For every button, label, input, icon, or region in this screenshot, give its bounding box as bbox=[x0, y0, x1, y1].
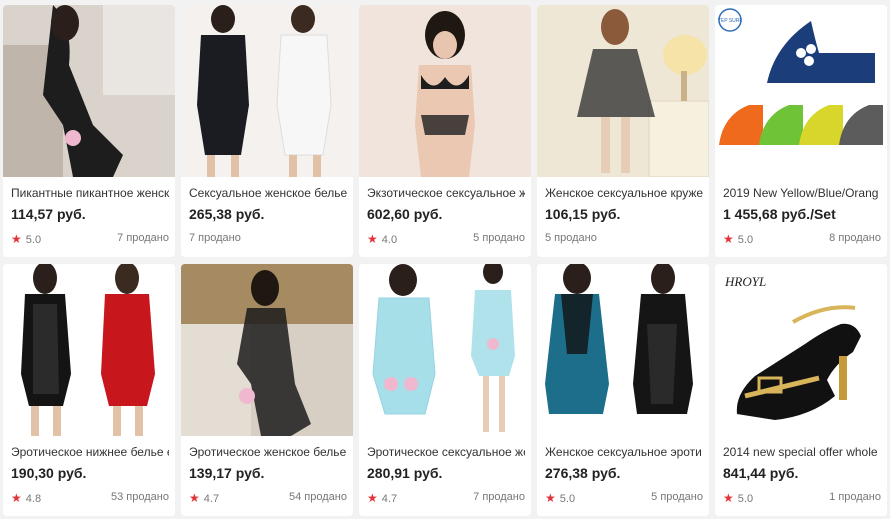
product-image[interactable] bbox=[537, 5, 709, 177]
sold-count-inline: 5 продано bbox=[545, 232, 597, 244]
product-title[interactable]: Эротическое сексуальное же bbox=[367, 445, 525, 459]
rating-value: 5.0 bbox=[737, 234, 754, 246]
product-meta: ★ 4.8 53 продано bbox=[11, 491, 169, 505]
rating-value: 5.0 bbox=[737, 493, 754, 505]
product-price: 139,17 руб. bbox=[189, 465, 265, 481]
product-price: 602,60 руб. bbox=[367, 206, 443, 222]
product-image[interactable] bbox=[3, 264, 175, 436]
rating-value: 4.0 bbox=[381, 234, 398, 246]
product-price: 280,91 руб. bbox=[367, 465, 443, 481]
product-image[interactable] bbox=[537, 264, 709, 436]
product-grid: Пикантные пикантное женск 114,57 руб. ★ 5… bbox=[0, 0, 890, 519]
product-image[interactable]: HROYL bbox=[715, 264, 887, 436]
product-image[interactable] bbox=[181, 264, 353, 436]
sold-count: 54 продано bbox=[289, 491, 347, 503]
product-price: 276,38 руб. bbox=[545, 465, 621, 481]
product-meta: ★ 4.7 54 продано bbox=[189, 491, 347, 505]
product-price: 106,15 руб. bbox=[545, 206, 621, 222]
sold-count-inline: 7 продано bbox=[189, 232, 241, 244]
product-card[interactable]: Женское сексуальное кружев 106,15 руб. 5… bbox=[537, 5, 709, 257]
star-icon: ★ bbox=[367, 232, 378, 246]
product-card[interactable]: Пикантные пикантное женск 114,57 руб. ★ 5… bbox=[3, 5, 175, 257]
product-image[interactable] bbox=[3, 5, 175, 177]
brand-badge-text: YEP SURF bbox=[718, 18, 743, 24]
rating-value: 4.7 bbox=[381, 493, 398, 505]
product-title[interactable]: 2014 new special offer whole bbox=[723, 445, 881, 459]
product-meta: ★ 5.0 7 продано bbox=[11, 232, 169, 246]
product-image[interactable] bbox=[181, 5, 353, 177]
product-meta: ★ 5.0 5 продано bbox=[545, 491, 703, 505]
star-icon: ★ bbox=[189, 491, 200, 505]
product-title[interactable]: Сексуальное женское белье, bbox=[189, 186, 347, 200]
product-price: 190,30 руб. bbox=[11, 465, 87, 481]
sold-count: 5 продано bbox=[473, 232, 525, 244]
rating-value: 5.0 bbox=[559, 493, 576, 505]
product-price: 265,38 руб. bbox=[189, 206, 265, 222]
rating-value: 4.8 bbox=[25, 493, 42, 505]
rating-value: 4.7 bbox=[203, 493, 220, 505]
product-price: 841,44 руб. bbox=[723, 465, 799, 481]
product-price: 1 455,68 руб./Set bbox=[723, 206, 836, 222]
rating-value: 5.0 bbox=[25, 234, 42, 246]
sold-count: 8 продано bbox=[829, 232, 881, 244]
product-meta: 5 продано bbox=[545, 232, 703, 244]
sold-count: 7 продано bbox=[473, 491, 525, 503]
product-meta: ★ 5.0 1 продано bbox=[723, 491, 881, 505]
star-icon: ★ bbox=[367, 491, 378, 505]
product-card[interactable]: Женское сексуальное эроти 276,38 руб. ★ 5… bbox=[537, 264, 709, 516]
sold-count: 1 продано bbox=[829, 491, 881, 503]
product-title[interactable]: Экзотическое сексуальное ж bbox=[367, 186, 525, 200]
product-meta: ★ 4.0 5 продано bbox=[367, 232, 525, 246]
product-title[interactable]: Эротическое нижнее белье е bbox=[11, 445, 169, 459]
product-title[interactable]: Женское сексуальное эроти bbox=[545, 445, 703, 459]
product-price: 114,57 руб. bbox=[11, 206, 86, 222]
product-title[interactable]: 2019 New Yellow/Blue/Orang bbox=[723, 186, 881, 200]
star-icon: ★ bbox=[723, 491, 734, 505]
product-image[interactable] bbox=[359, 5, 531, 177]
product-card[interactable]: Эротическое сексуальное же 280,91 руб. ★… bbox=[359, 264, 531, 516]
product-meta: 7 продано bbox=[189, 232, 347, 244]
product-card[interactable]: Сексуальное женское белье, 265,38 руб. 7… bbox=[181, 5, 353, 257]
product-card[interactable]: Экзотическое сексуальное ж 602,60 руб. ★… bbox=[359, 5, 531, 257]
product-meta: ★ 5.0 8 продано bbox=[723, 232, 881, 246]
product-card[interactable]: HROYL 2014 new special offer whole 841,4… bbox=[715, 264, 887, 516]
sold-count: 7 продано bbox=[117, 232, 169, 244]
star-icon: ★ bbox=[545, 491, 556, 505]
star-icon: ★ bbox=[723, 232, 734, 246]
product-title[interactable]: Эротическое женское белье, bbox=[189, 445, 347, 459]
product-meta: ★ 4.7 7 продано bbox=[367, 491, 525, 505]
brand-logo-text: HROYL bbox=[724, 274, 766, 289]
product-card[interactable]: Эротическое женское белье, 139,17 руб. ★… bbox=[181, 264, 353, 516]
product-title[interactable]: Пикантные пикантное женск bbox=[11, 186, 169, 200]
star-icon: ★ bbox=[11, 491, 22, 505]
sold-count: 53 продано bbox=[111, 491, 169, 503]
star-icon: ★ bbox=[11, 232, 22, 246]
product-card[interactable]: YEP SURF 2019 New Yellow/Blue/Orang 1 45… bbox=[715, 5, 887, 257]
product-image[interactable]: YEP SURF bbox=[715, 5, 887, 177]
product-image[interactable] bbox=[359, 264, 531, 436]
product-title[interactable]: Женское сексуальное кружев bbox=[545, 186, 703, 200]
product-card[interactable]: Эротическое нижнее белье е 190,30 руб. ★… bbox=[3, 264, 175, 516]
sold-count: 5 продано bbox=[651, 491, 703, 503]
